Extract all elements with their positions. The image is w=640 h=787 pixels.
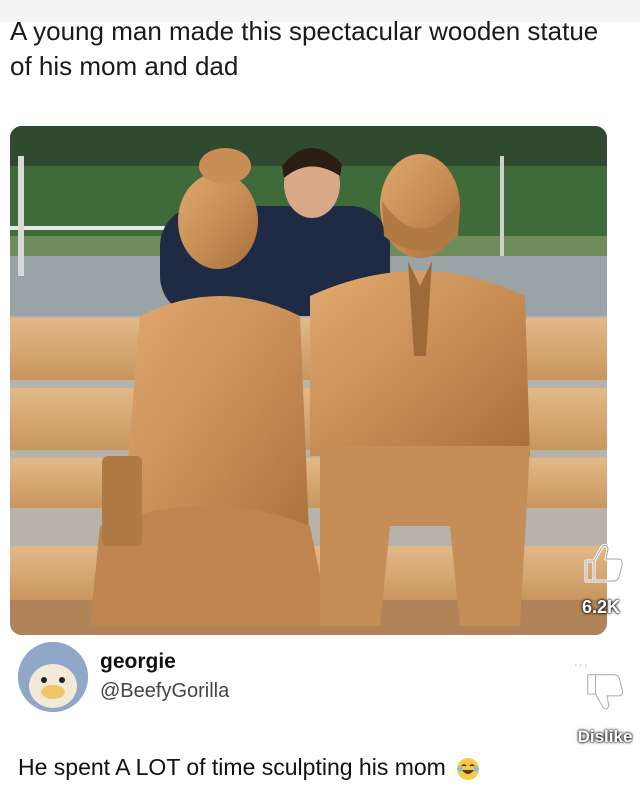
avatar[interactable] [18, 642, 88, 712]
thumbs-up-icon[interactable] [580, 539, 628, 587]
photo-illustration [10, 126, 607, 635]
like-count: 6.2K [581, 597, 621, 617]
reply-author: georgie @BeefyGorilla [18, 640, 518, 712]
duck-avatar-icon [18, 642, 88, 712]
reply-text: He spent A LOT of time sculpting his mom [18, 754, 578, 781]
laughing-face-icon [456, 757, 480, 781]
reaction-rail: 6.2K ... Dislike [570, 535, 640, 775]
dislike-label: Dislike [577, 727, 633, 746]
author-handle[interactable]: @BeefyGorilla [100, 680, 229, 703]
reply-body: He spent A LOT of time sculpting his mom [18, 754, 446, 780]
post-photo[interactable] [10, 126, 607, 635]
thumbs-down-icon[interactable] [582, 669, 628, 715]
more-options-icon[interactable]: ... [574, 653, 614, 669]
post-caption: A young man made this spectacular wooden… [10, 16, 599, 81]
author-name[interactable]: georgie [100, 650, 176, 674]
